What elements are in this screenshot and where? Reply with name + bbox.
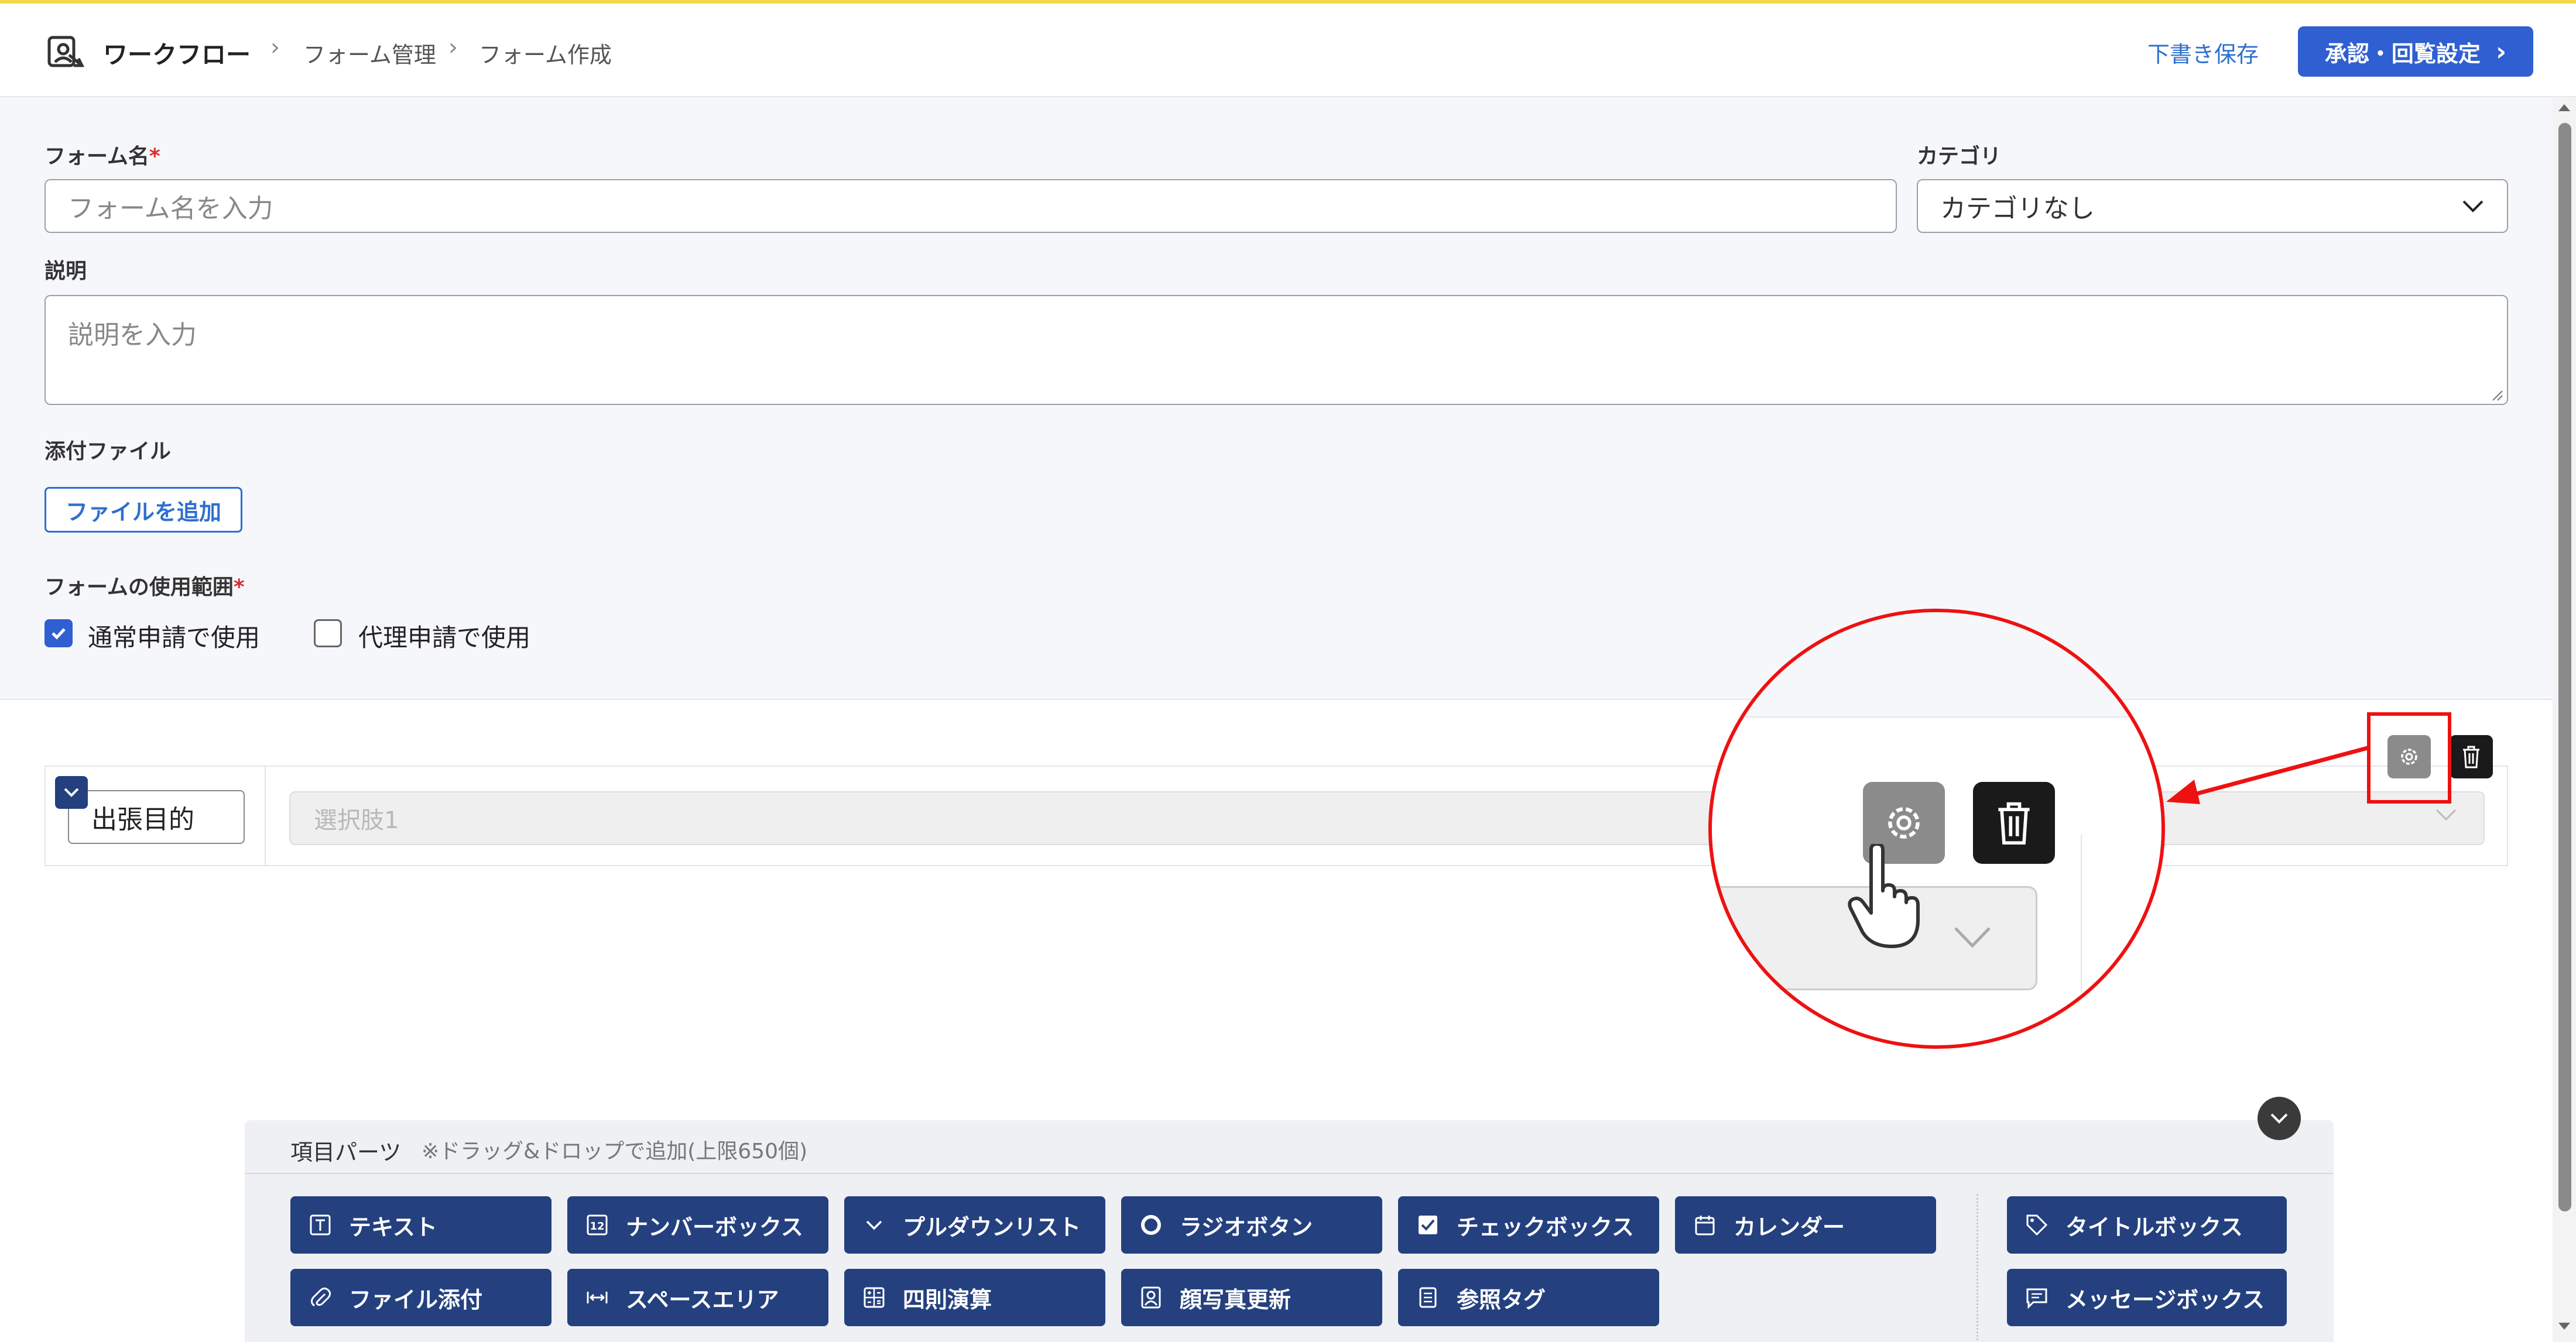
resize-handle-icon[interactable]: [2491, 389, 2503, 401]
form-name-label: フォーム名*: [44, 145, 160, 169]
scrollbar-thumb[interactable]: [2558, 123, 2571, 1211]
zoomed-delete-button: [1973, 782, 2055, 864]
breadcrumb-separator-icon: ›: [270, 34, 280, 61]
chevron-down-icon: [1954, 927, 1991, 948]
part-label: プルダウンリスト: [903, 1214, 1081, 1240]
breadcrumb-workflow[interactable]: ワークフロー: [103, 35, 251, 71]
part-label: 四則演算: [903, 1286, 992, 1313]
chevron-down-icon: [2462, 200, 2483, 212]
calendar-icon: [1693, 1213, 1717, 1237]
description-label: 説明: [44, 259, 87, 283]
zoom-callout: [1708, 609, 2165, 1049]
workflow-app-icon: [46, 32, 85, 71]
calculator-icon: [862, 1285, 886, 1310]
description-textarea[interactable]: 説明を入力: [44, 295, 2508, 405]
check-icon: [52, 628, 66, 640]
approval-settings-label: 承認・回覧設定: [2324, 40, 2481, 67]
svg-text:12: 12: [590, 1220, 604, 1233]
portrait-icon: [1139, 1285, 1163, 1310]
proxy-application-checkbox[interactable]: [314, 619, 342, 647]
form-name-input[interactable]: フォーム名を入力: [44, 179, 1897, 233]
gear-icon: [1888, 807, 1920, 839]
part-title-box[interactable]: タイトルボックス: [2007, 1196, 2287, 1254]
normal-application-checkbox[interactable]: [44, 619, 73, 647]
text-icon: [308, 1213, 333, 1237]
attachment-label: 添付ファイル: [44, 440, 172, 464]
part-file-attach[interactable]: ファイル添付: [290, 1269, 551, 1326]
part-radio-button[interactable]: ラジオボタン: [1121, 1196, 1382, 1254]
dropdown-placeholder: 選択肢1: [314, 807, 399, 834]
part-label: ファイル添付: [349, 1286, 483, 1313]
chevron-down-icon: [2434, 808, 2458, 825]
hand-cursor-icon: [1848, 844, 1920, 948]
parts-hint: ※ドラッグ&ドロップで追加(上限650個): [422, 1140, 808, 1163]
category-label: カテゴリ: [1917, 145, 2002, 169]
part-label: タイトルボックス: [2065, 1214, 2243, 1240]
breadcrumb-form-management[interactable]: フォーム管理: [303, 37, 436, 69]
scroll-up-icon[interactable]: [2556, 101, 2572, 116]
message-icon: [2025, 1285, 2049, 1310]
parts-title: 項目パーツ: [290, 1140, 402, 1165]
highlight-box: [2367, 712, 2451, 804]
callout-arrow: [2166, 746, 2368, 804]
scroll-down-icon[interactable]: [2556, 1320, 2572, 1336]
chevron-down-icon: [2270, 1113, 2288, 1124]
parts-divider: [1976, 1194, 1978, 1340]
part-space-area[interactable]: スペースエリア: [567, 1269, 828, 1326]
item-title-input[interactable]: 出張目的: [68, 790, 245, 844]
part-label: テキスト: [349, 1214, 437, 1240]
breadcrumb-separator-icon: ›: [448, 34, 458, 61]
space-icon: [585, 1285, 609, 1310]
part-label: チェックボックス: [1457, 1214, 1634, 1240]
checkbox-icon: [1416, 1213, 1440, 1237]
category-value: カテゴリなし: [1940, 194, 2095, 224]
part-label: カレンダー: [1734, 1214, 1845, 1240]
chevron-down-icon: [64, 788, 79, 797]
radio-icon: [1139, 1213, 1163, 1237]
normal-application-label[interactable]: 通常申請で使用: [88, 618, 260, 654]
part-number-box[interactable]: 12 ナンバーボックス: [567, 1196, 828, 1254]
part-label: メッセージボックス: [2065, 1286, 2265, 1313]
item-delete-button[interactable]: [2450, 735, 2493, 778]
part-reference-tag[interactable]: 参照タグ: [1398, 1269, 1659, 1326]
part-calendar[interactable]: カレンダー: [1675, 1196, 1936, 1254]
chevron-right-icon: ›: [2495, 36, 2507, 67]
usage-scope-label: フォームの使用範囲*: [44, 575, 245, 599]
part-photo-update[interactable]: 顔写真更新: [1121, 1269, 1382, 1326]
part-label: 参照タグ: [1457, 1286, 1546, 1313]
paperclip-icon: [308, 1285, 333, 1310]
part-label: スペースエリア: [626, 1286, 779, 1313]
save-draft-link[interactable]: 下書き保存: [2147, 36, 2259, 68]
category-select[interactable]: カテゴリなし: [1917, 179, 2508, 233]
proxy-application-label[interactable]: 代理申請で使用: [358, 618, 530, 654]
part-pulldown-list[interactable]: プルダウンリスト: [844, 1196, 1105, 1254]
trash-icon: [1998, 802, 2030, 845]
collapse-parts-button[interactable]: [2258, 1097, 2301, 1140]
part-label: 顔写真更新: [1180, 1286, 1292, 1313]
chevron-down-icon: [862, 1213, 886, 1237]
part-checkbox[interactable]: チェックボックス: [1398, 1196, 1659, 1254]
approval-settings-button[interactable]: 承認・回覧設定 ›: [2298, 26, 2533, 77]
part-text[interactable]: テキスト: [290, 1196, 551, 1254]
add-file-button[interactable]: ファイルを追加: [44, 487, 242, 533]
breadcrumb-form-create: フォーム作成: [479, 42, 612, 68]
part-label: ナンバーボックス: [626, 1214, 803, 1240]
part-message-box[interactable]: メッセージボックス: [2007, 1269, 2287, 1326]
list-icon: [1416, 1285, 1440, 1310]
part-label: ラジオボタン: [1180, 1214, 1313, 1240]
row-divider: [265, 767, 266, 865]
item-collapse-toggle[interactable]: [55, 776, 88, 809]
tag-icon: [2025, 1213, 2049, 1237]
number-icon: 12: [585, 1213, 609, 1237]
trash-icon: [2463, 746, 2479, 768]
part-arithmetic[interactable]: 四則演算: [844, 1269, 1105, 1326]
